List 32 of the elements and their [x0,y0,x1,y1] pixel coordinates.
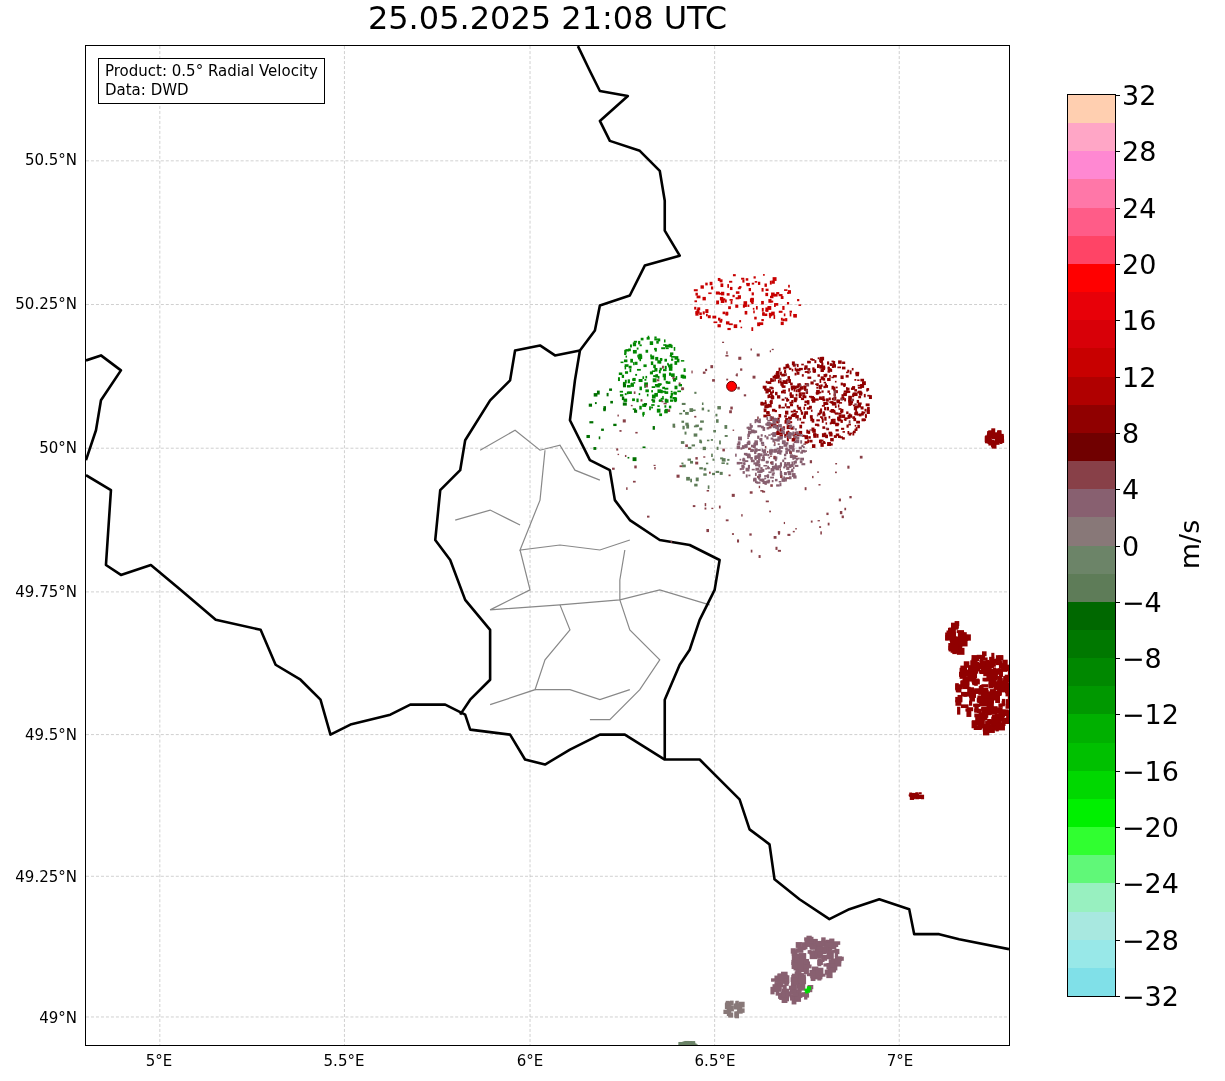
scale-label: 32 [1122,79,1157,111]
longitude-label: 6°E [516,1052,544,1070]
scale-label: 16 [1122,304,1157,336]
latitude-label: 49°N [39,1009,77,1027]
scale-label: −16 [1122,755,1179,787]
chart-title: 25.05.2025 21:08 UTC [366,0,729,39]
scale-label: −8 [1122,642,1162,674]
scale-label: 4 [1122,473,1140,505]
latitude-label: 49.25°N [15,868,77,886]
scale-label: 12 [1122,361,1157,393]
longitude-label: 7°E [886,1052,914,1070]
scale-label: −24 [1122,867,1179,899]
scale-label: −32 [1122,980,1179,1012]
latitude-label: 50.5°N [24,151,77,169]
scale-label: −4 [1122,586,1162,618]
scale-label: −12 [1122,698,1179,730]
scale-label: 20 [1122,248,1157,280]
scale-label: 0 [1122,530,1140,561]
longitude-label: 5°E [145,1052,173,1070]
latitude-label: 49.5°N [24,726,77,744]
unit-label: m/s [1174,519,1206,570]
scale-label: 24 [1122,192,1157,224]
scale-label: 28 [1122,135,1157,167]
scale-label: −20 [1122,811,1179,843]
longitude-label: 6.5°E [694,1052,736,1070]
latitude-label: 49.75°N [15,583,77,601]
latitude-label: 50°N [39,439,77,457]
scale-label: −28 [1122,924,1179,956]
longitude-label: 5.5°E [323,1052,365,1070]
info-box: Product: 0.5° Radial Velocity Data: DWD [98,58,325,104]
latitude-label: 50.25°N [15,295,77,313]
scale-label: 8 [1122,417,1140,449]
